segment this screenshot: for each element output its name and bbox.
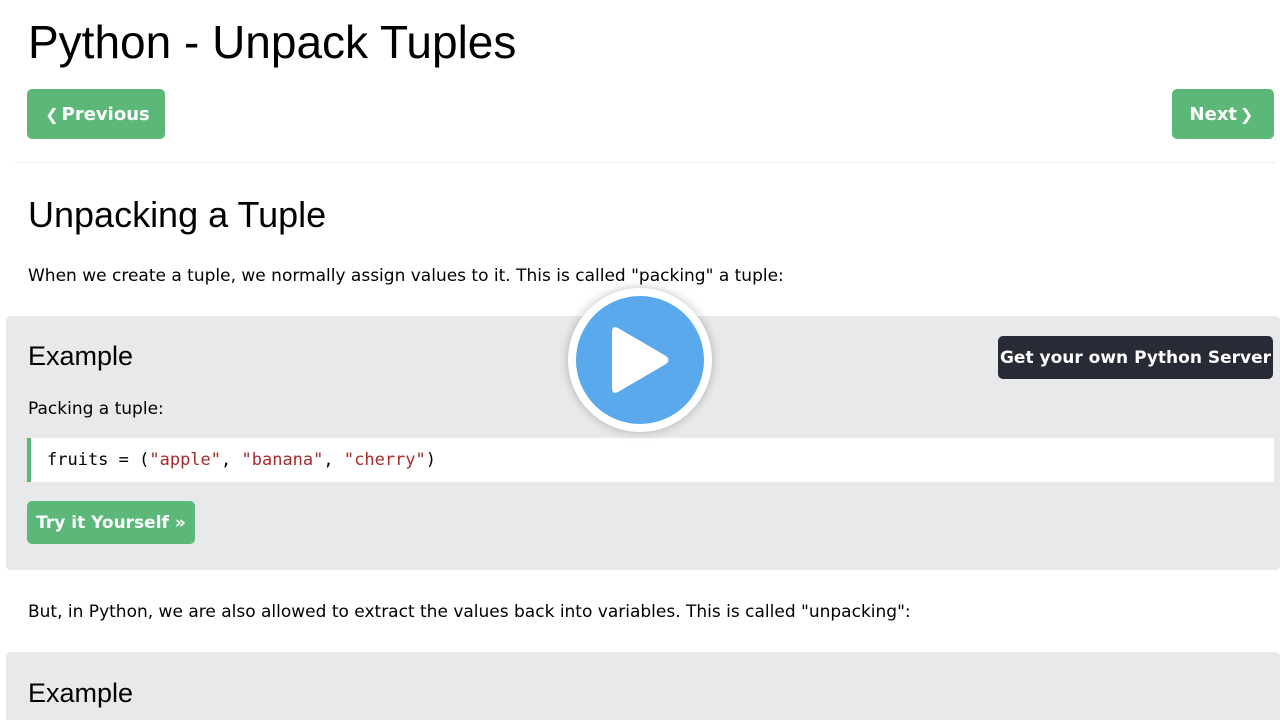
section-title: Unpacking a Tuple <box>28 194 327 235</box>
chevron-right-icon: ❯ <box>1240 104 1254 124</box>
previous-button[interactable]: ❮ Previous <box>27 89 165 139</box>
example-description: Packing a tuple: <box>28 399 164 419</box>
play-button-circle <box>576 296 704 424</box>
unpacking-paragraph: But, in Python, we are also allowed to e… <box>28 602 911 622</box>
get-python-server-button[interactable]: Get your own Python Server <box>998 336 1273 379</box>
code-text: ) <box>425 450 437 470</box>
next-label: Next <box>1189 103 1238 125</box>
try-it-yourself-button[interactable]: Try it Yourself » <box>27 501 195 544</box>
intro-paragraph: When we create a tuple, we normally assi… <box>28 266 784 286</box>
play-button[interactable] <box>568 288 712 432</box>
play-icon <box>612 327 669 393</box>
code-string: "banana" <box>241 450 324 470</box>
code-string: "cherry" <box>343 450 426 470</box>
code-block: fruits = ("apple", "banana", "cherry") <box>27 438 1274 482</box>
chevron-left-icon: ❮ <box>45 104 59 124</box>
page-title: Python - Unpack Tuples <box>28 16 517 68</box>
code-text: , <box>323 450 344 470</box>
code-string: "apple" <box>149 450 222 470</box>
example-heading: Example <box>28 678 134 708</box>
next-button[interactable]: Next ❯ <box>1172 89 1274 139</box>
page: Python - Unpack Tuples ❮ Previous Next ❯… <box>0 0 1280 720</box>
divider <box>14 162 1276 163</box>
code-text: fruits = ( <box>47 450 150 470</box>
example-box: Example <box>6 652 1280 720</box>
code-text: , <box>221 450 242 470</box>
previous-label: Previous <box>61 103 150 125</box>
example-heading: Example <box>28 341 134 371</box>
